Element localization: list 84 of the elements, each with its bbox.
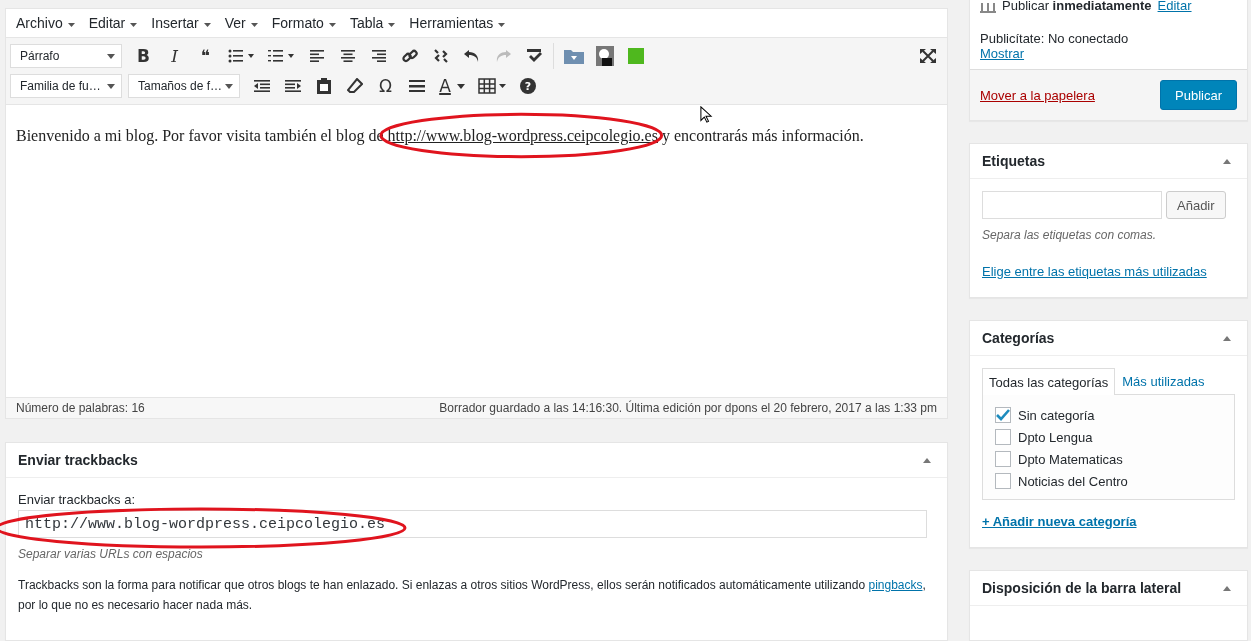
image-icon — [595, 46, 614, 66]
menu-item[interactable]: Formato — [265, 13, 342, 33]
calendar-icon — [980, 0, 996, 13]
panel-title: Categorías — [982, 330, 1055, 346]
menu-item[interactable]: Herramientas — [403, 13, 512, 33]
link-icon — [401, 48, 418, 64]
menu-item[interactable]: Archivo — [10, 13, 81, 33]
category-checkbox[interactable] — [995, 451, 1011, 467]
text-color-button[interactable]: A — [432, 72, 472, 100]
format-select[interactable]: Párrafo — [10, 44, 122, 68]
caret-icon — [67, 22, 75, 27]
help-button[interactable]: ? — [520, 78, 536, 94]
redo-icon — [494, 49, 511, 63]
caret-icon — [225, 83, 233, 89]
publicize-status: Publicítate: No conectado — [980, 31, 1130, 46]
outdent-icon — [253, 80, 270, 92]
category-checkbox[interactable] — [995, 407, 1011, 423]
spellcheck-icon — [525, 48, 542, 64]
menu-item[interactable]: Tabla — [343, 13, 402, 33]
panel-title: Enviar trackbacks — [18, 452, 138, 468]
category-checkbox[interactable] — [995, 473, 1011, 489]
hint-text: Separa las etiquetas con comas. — [982, 228, 1158, 242]
caret-icon — [250, 22, 258, 27]
trackback-url-field[interactable]: http://www.blog-wordpress.ceipcolegio.es — [18, 510, 927, 538]
eraser-icon — [346, 78, 363, 94]
font-size-select[interactable]: Tamaños de f… — [128, 74, 240, 98]
blockquote-button[interactable]: ❝ — [190, 42, 221, 70]
bullet-list-icon — [228, 49, 254, 63]
add-category-link[interactable]: + Añadir nueva categoría — [982, 514, 1235, 529]
menu-item[interactable]: Ver — [218, 13, 264, 33]
caret-icon — [498, 22, 506, 27]
publish-button[interactable]: Publicar — [1160, 80, 1237, 110]
field-label: Enviar trackbacks a: — [18, 492, 137, 507]
numbered-list-icon — [268, 49, 294, 63]
bold-button[interactable]: B — [128, 42, 159, 70]
trackbacks-description: Trackbacks son la forma para notificar que otros blogs te han enlazado. Si enlazas a otros sitios WordPress, ellos serán notificados automáticamente utilizando pingbacks, por lo que no es necesario hacer nada más. — [18, 577, 927, 614]
panel-title: Etiquetas — [982, 153, 1045, 169]
category-label: Noticias del Centro — [1018, 473, 1128, 489]
edit-link[interactable]: Editar — [1157, 0, 1192, 13]
caret-icon — [130, 22, 138, 27]
category-label: Dpto Lengua — [1018, 429, 1093, 445]
indent-icon — [284, 80, 301, 92]
draft-status: Borrador guardado a las 14:16:30. Última edición por dpons el 20 febrero, 2017 a las 1:33 pm — [439, 401, 937, 415]
square-icon — [627, 48, 644, 64]
caret-icon — [456, 83, 465, 89]
caret-icon — [107, 83, 115, 89]
trash-link[interactable]: Mover a la papelera — [980, 87, 1095, 103]
caret-icon — [203, 22, 211, 27]
word-count: Número de palabras: 16 — [16, 401, 145, 415]
fullscreen-icon — [919, 49, 936, 63]
special-character-button[interactable]: Ω — [370, 72, 401, 100]
tag-input-field[interactable] — [982, 191, 1162, 219]
pingbacks-link[interactable]: pingbacks — [868, 578, 923, 592]
italic-button[interactable]: I — [159, 42, 190, 70]
clipboard-icon — [316, 78, 331, 94]
caret-icon — [328, 22, 336, 27]
menu-item[interactable]: Editar — [82, 13, 144, 33]
add-tag-button[interactable]: Añadir — [1166, 191, 1226, 219]
align-center-icon — [340, 50, 355, 62]
schedule-text: Publicar inmediatamente — [1002, 0, 1152, 13]
collapse-icon[interactable] — [1223, 585, 1231, 591]
category-checkbox[interactable] — [995, 429, 1011, 445]
category-tab[interactable]: Todas las categorías — [982, 368, 1116, 395]
collapse-icon[interactable] — [1223, 158, 1231, 164]
most-used-tags-link[interactable]: Elige entre las etiquetas más utilizadas — [982, 264, 1235, 279]
folder-icon — [563, 48, 584, 64]
table-icon — [478, 78, 506, 94]
show-link[interactable]: Mostrar — [980, 46, 1237, 61]
unlink-icon — [432, 48, 449, 64]
caret-icon — [388, 22, 396, 27]
undo-icon — [463, 49, 480, 63]
align-right-icon — [371, 50, 386, 62]
caret-icon — [107, 53, 115, 59]
category-tab[interactable]: Más utilizadas — [1115, 368, 1212, 394]
collapse-icon[interactable] — [923, 457, 931, 463]
panel-title: Disposición de la barra lateral — [982, 580, 1182, 596]
category-label: Sin categoría — [1018, 407, 1095, 423]
font-family-select[interactable]: Familia de fu… — [10, 74, 122, 98]
menu-item[interactable]: Insertar — [145, 13, 217, 33]
category-label: Dpto Matematicas — [1018, 451, 1123, 467]
hint-text: Separar varias URLs con espacios — [18, 547, 204, 561]
align-left-icon — [309, 50, 324, 62]
horizontal-line-icon — [408, 80, 425, 92]
collapse-icon[interactable] — [1223, 335, 1231, 341]
